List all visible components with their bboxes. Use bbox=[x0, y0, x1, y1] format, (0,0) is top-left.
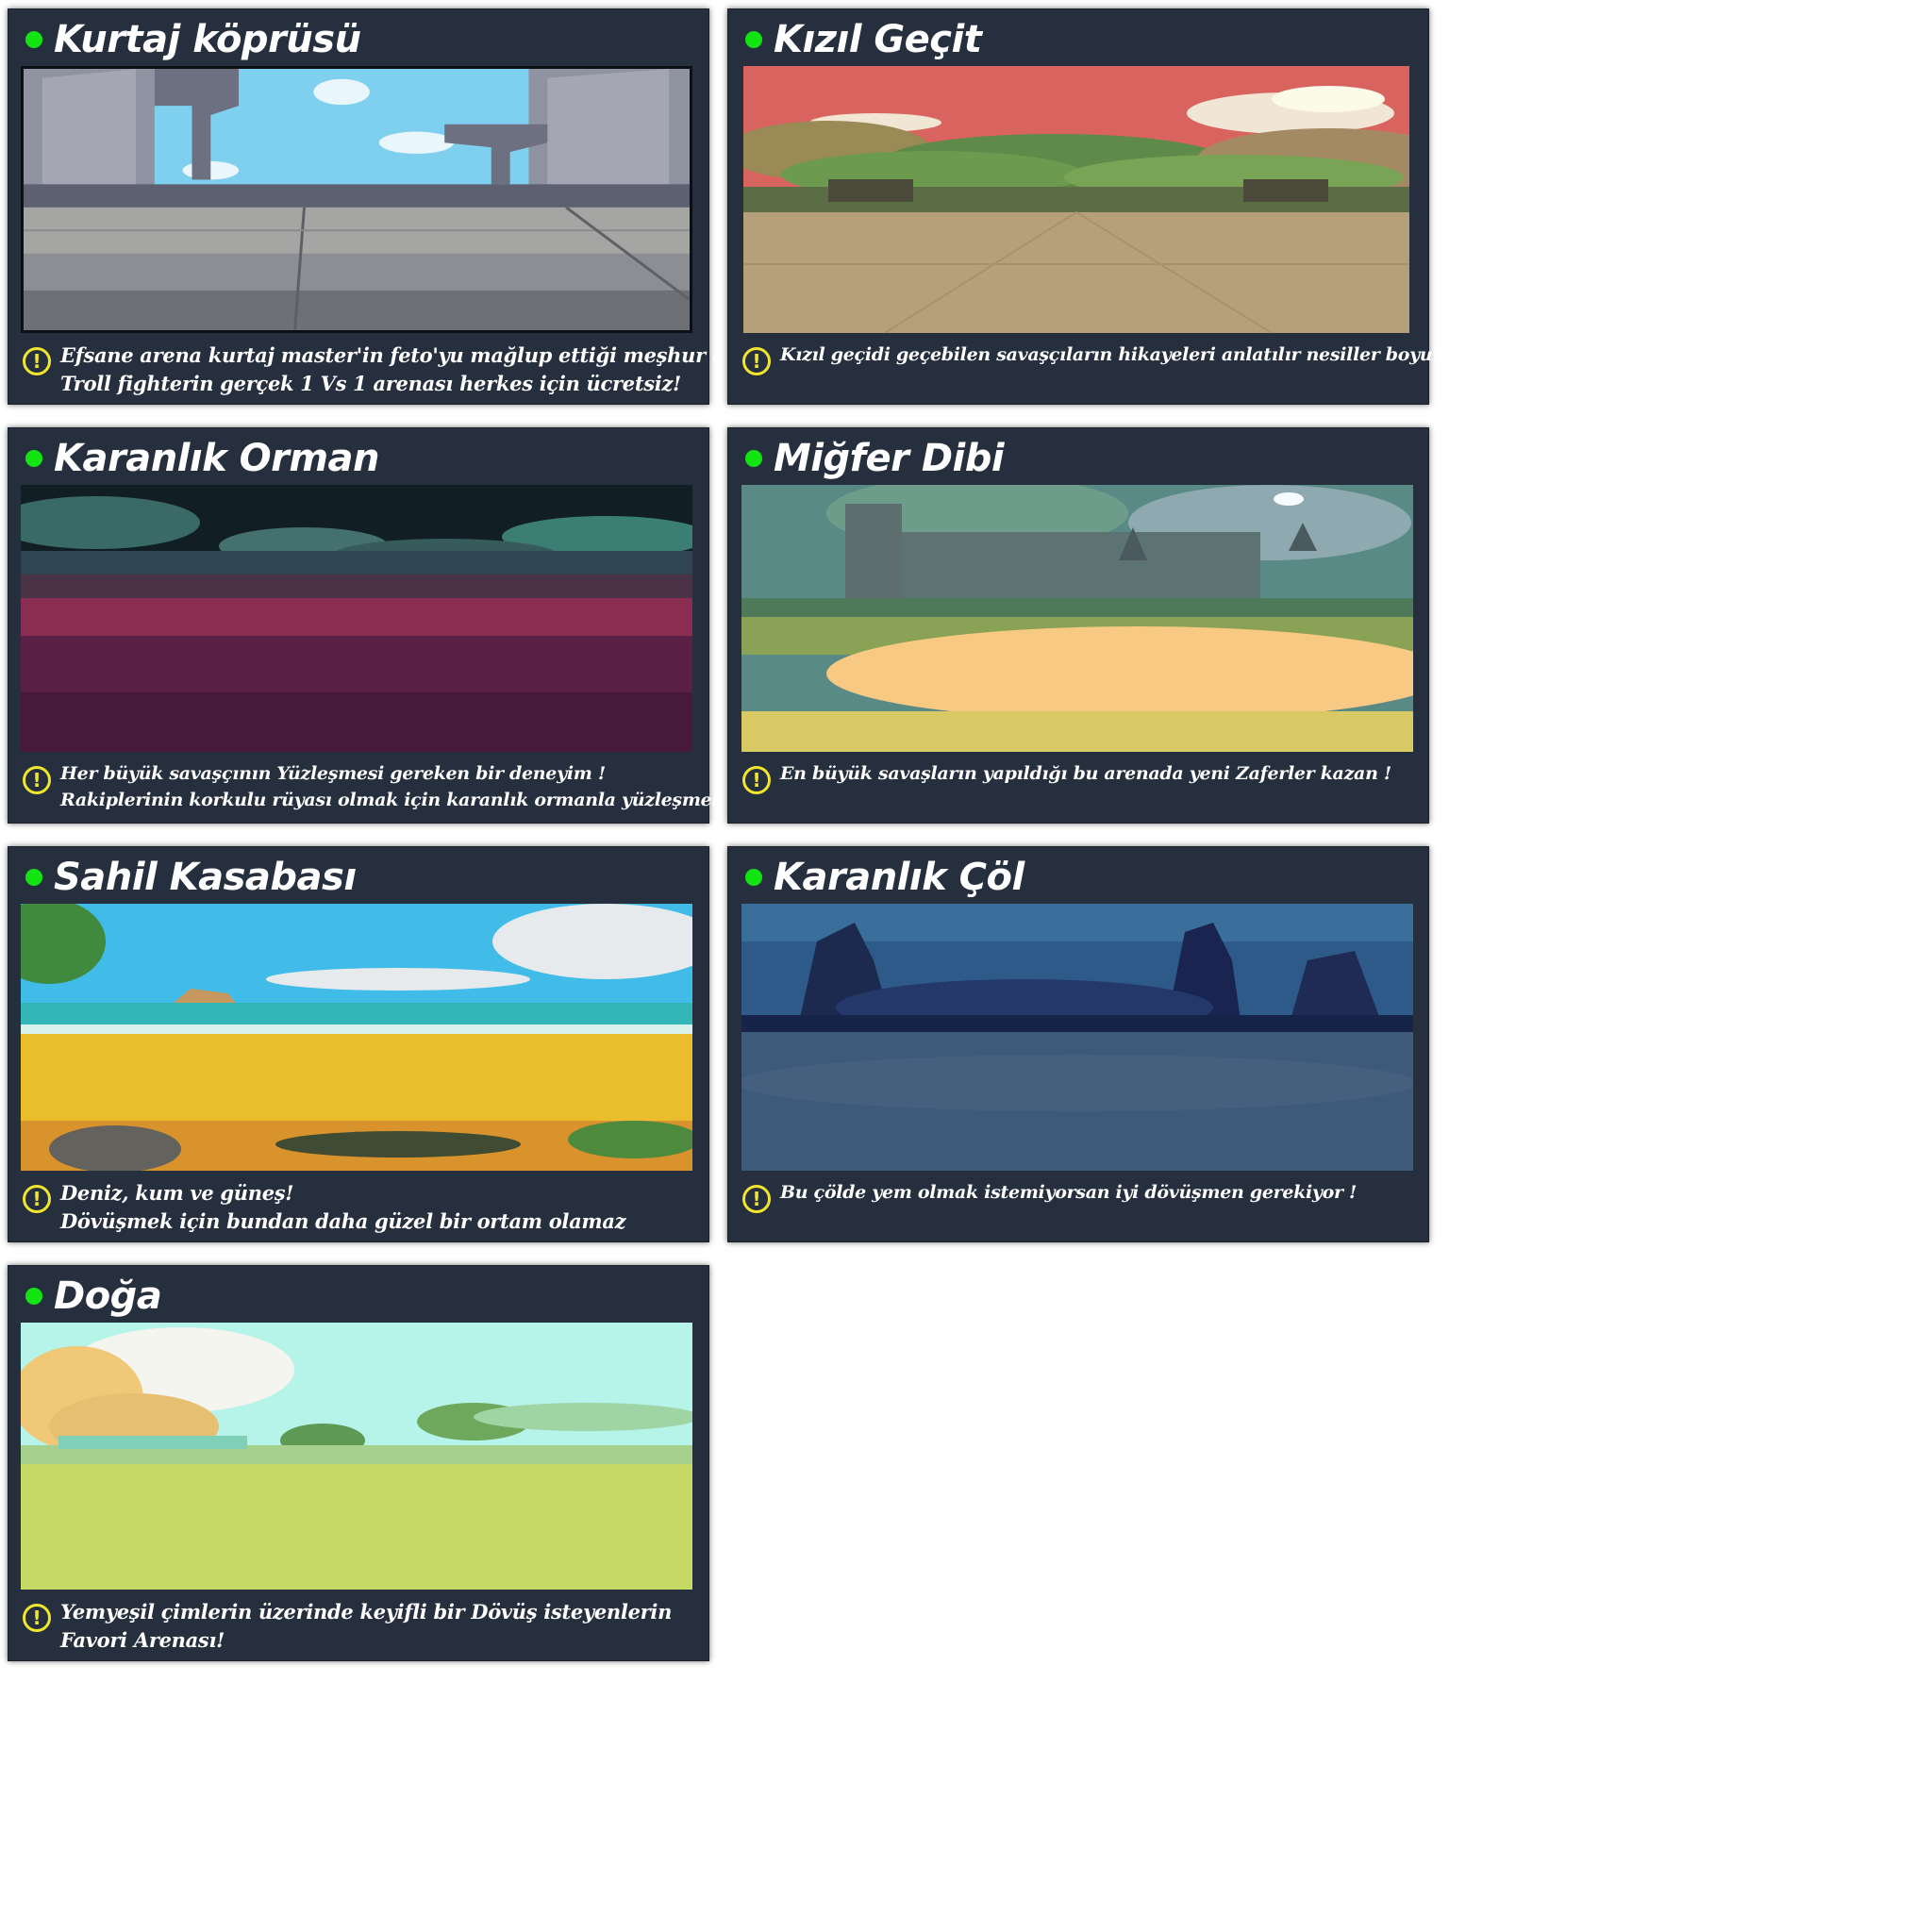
arena-preview-image[interactable] bbox=[741, 485, 1413, 752]
arena-description: ! Her büyük savaşçının Yüzleşmesi gereke… bbox=[23, 760, 761, 813]
status-dot-icon bbox=[25, 869, 42, 886]
arena-card-sahil-kasabasi[interactable]: Sahil Kasabası ! Deniz, kum ve güneş! Dö… bbox=[8, 846, 709, 1242]
arena-card-karanlik-orman[interactable]: Karanlık Orman ! Her büyük savaşçının Yü… bbox=[8, 427, 761, 824]
status-dot-icon bbox=[745, 31, 762, 48]
status-dot-icon bbox=[25, 31, 42, 48]
warning-icon: ! bbox=[742, 347, 771, 375]
arena-preview-image[interactable] bbox=[743, 66, 1409, 333]
arena-card-header: Karanlık Çöl bbox=[745, 853, 1024, 902]
arena-preview-image[interactable] bbox=[21, 1323, 692, 1590]
arena-card-header: Doğa bbox=[25, 1272, 162, 1321]
arena-preview-image[interactable] bbox=[21, 485, 692, 752]
warning-icon: ! bbox=[742, 766, 771, 794]
arena-card-kurtaj-koprusu[interactable]: Kurtaj köprüsü ! Efsane arena kurtaj mas… bbox=[8, 8, 758, 405]
arena-card-header: Kızıl Geçit bbox=[745, 15, 982, 64]
warning-icon: ! bbox=[23, 1604, 51, 1632]
arena-card-migfer-dibi[interactable]: Miğfer Dibi ! En büyük savaşların yapıld… bbox=[727, 427, 1429, 824]
arena-card-header: Kurtaj köprüsü bbox=[25, 15, 361, 64]
arena-card-doga[interactable]: Doğa ! Yemyeşil çimlerin üzerinde keyifl… bbox=[8, 1265, 709, 1661]
arena-card-header: Karanlık Orman bbox=[25, 434, 380, 483]
arena-title: Kurtaj köprüsü bbox=[54, 18, 361, 61]
arena-preview-image[interactable] bbox=[21, 66, 692, 333]
description-line: Efsane arena kurtaj master'in feto'yu ma… bbox=[60, 343, 759, 367]
arena-card-header: Miğfer Dibi bbox=[745, 434, 1005, 483]
description-line: Yemyeşil çimlerin üzerinde keyifli bir D… bbox=[60, 1600, 673, 1624]
arena-title: Miğfer Dibi bbox=[774, 437, 1005, 480]
description-line: Bu çölde yem olmak istemiyorsan iyi dövü… bbox=[780, 1182, 1357, 1203]
arena-title: Kızıl Geçit bbox=[774, 18, 982, 61]
arena-description: ! En büyük savaşların yapıldığı bu arena… bbox=[742, 760, 1419, 794]
warning-icon: ! bbox=[742, 1185, 771, 1213]
description-line: Troll fighterin gerçek 1 Vs 1 arenası he… bbox=[60, 372, 681, 395]
description-line: Her büyük savaşçının Yüzleşmesi gereken … bbox=[60, 763, 606, 784]
arena-description: ! Efsane arena kurtaj master'in feto'yu … bbox=[23, 341, 758, 398]
arena-description: ! Yemyeşil çimlerin üzerinde keyifli bir… bbox=[23, 1598, 699, 1655]
description-line: Dövüşmek için bundan daha güzel bir orta… bbox=[60, 1209, 626, 1233]
status-dot-icon bbox=[25, 1288, 42, 1305]
arena-card-karanlik-col[interactable]: Karanlık Çöl ! Bu çölde yem olmak istemi… bbox=[727, 846, 1429, 1242]
arena-description: ! Bu çölde yem olmak istemiyorsan iyi dö… bbox=[742, 1179, 1419, 1213]
status-dot-icon bbox=[25, 450, 42, 467]
arena-description: ! Kızıl geçidi geçebilen savaşçıların hi… bbox=[742, 341, 1441, 375]
arena-preview-image[interactable] bbox=[741, 904, 1413, 1171]
arena-preview-image[interactable] bbox=[21, 904, 692, 1171]
description-line: En büyük savaşların yapıldığı bu arenada… bbox=[780, 763, 1391, 784]
arena-card-header: Sahil Kasabası bbox=[25, 853, 357, 902]
status-dot-icon bbox=[745, 869, 762, 886]
description-line: Rakiplerinin korkulu rüyası olmak için k… bbox=[60, 790, 762, 810]
arena-description: ! Deniz, kum ve güneş! Dövüşmek için bun… bbox=[23, 1179, 699, 1236]
arena-title: Karanlık Çöl bbox=[774, 856, 1024, 899]
description-line: Kızıl geçidi geçebilen savaşçıların hika… bbox=[780, 344, 1441, 365]
description-line: Favori Arenası! bbox=[60, 1628, 225, 1652]
arena-title: Doğa bbox=[54, 1274, 162, 1318]
warning-icon: ! bbox=[23, 1185, 51, 1213]
arena-card-kizil-gecit[interactable]: Kızıl Geçit ! Kızıl geçidi geçebilen sav… bbox=[727, 8, 1441, 405]
description-line: Deniz, kum ve güneş! bbox=[60, 1181, 294, 1205]
arena-title: Karanlık Orman bbox=[54, 437, 380, 480]
status-dot-icon bbox=[745, 450, 762, 467]
warning-icon: ! bbox=[23, 347, 51, 375]
arena-title: Sahil Kasabası bbox=[54, 856, 357, 899]
warning-icon: ! bbox=[23, 766, 51, 794]
